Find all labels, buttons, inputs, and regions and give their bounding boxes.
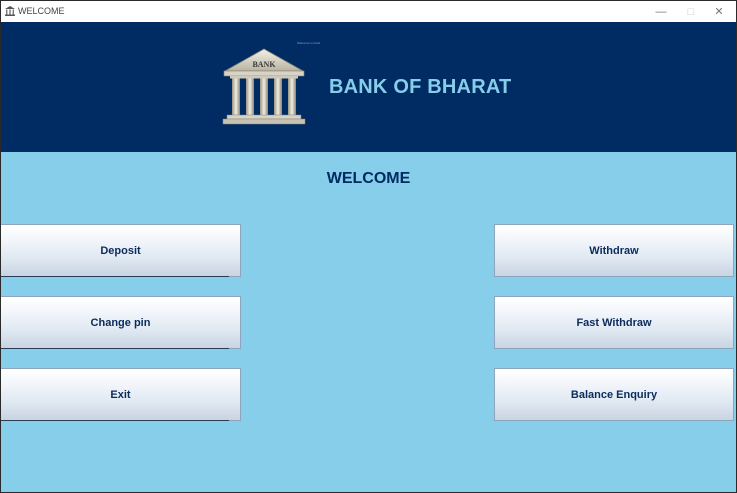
bank-icon	[5, 6, 15, 16]
withdraw-button[interactable]: Withdraw	[494, 224, 734, 277]
logo-text: BANK	[252, 60, 276, 69]
maximize-icon: □	[687, 5, 695, 18]
change-pin-button[interactable]: Change pin	[1, 296, 241, 349]
tiny-caption: Welcome to bank	[297, 41, 321, 45]
header-banner: BANK Welcome to bank BANK OF BHARAT	[1, 22, 736, 152]
title-bar[interactable]: WELCOME — □ ✕	[1, 1, 736, 23]
window-title: WELCOME	[18, 6, 65, 16]
minimize-icon: —	[655, 5, 667, 18]
close-button[interactable]: ✕	[704, 1, 734, 22]
balance-enquiry-button[interactable]: Balance Enquiry	[494, 368, 734, 421]
minimize-button[interactable]: —	[646, 1, 676, 22]
maximize-button[interactable]: □	[676, 1, 706, 22]
close-icon: ✕	[714, 6, 724, 18]
page-heading: WELCOME	[326, 170, 411, 187]
app-window: WELCOME — □ ✕ BANK Welcome to bank BANK …	[0, 0, 737, 493]
deposit-button[interactable]: Deposit	[1, 224, 241, 277]
bank-building-icon: BANK	[222, 48, 306, 125]
fast-withdraw-button[interactable]: Fast Withdraw	[494, 296, 734, 349]
exit-button[interactable]: Exit	[1, 368, 241, 421]
bank-title: BANK OF BHARAT	[329, 76, 512, 98]
